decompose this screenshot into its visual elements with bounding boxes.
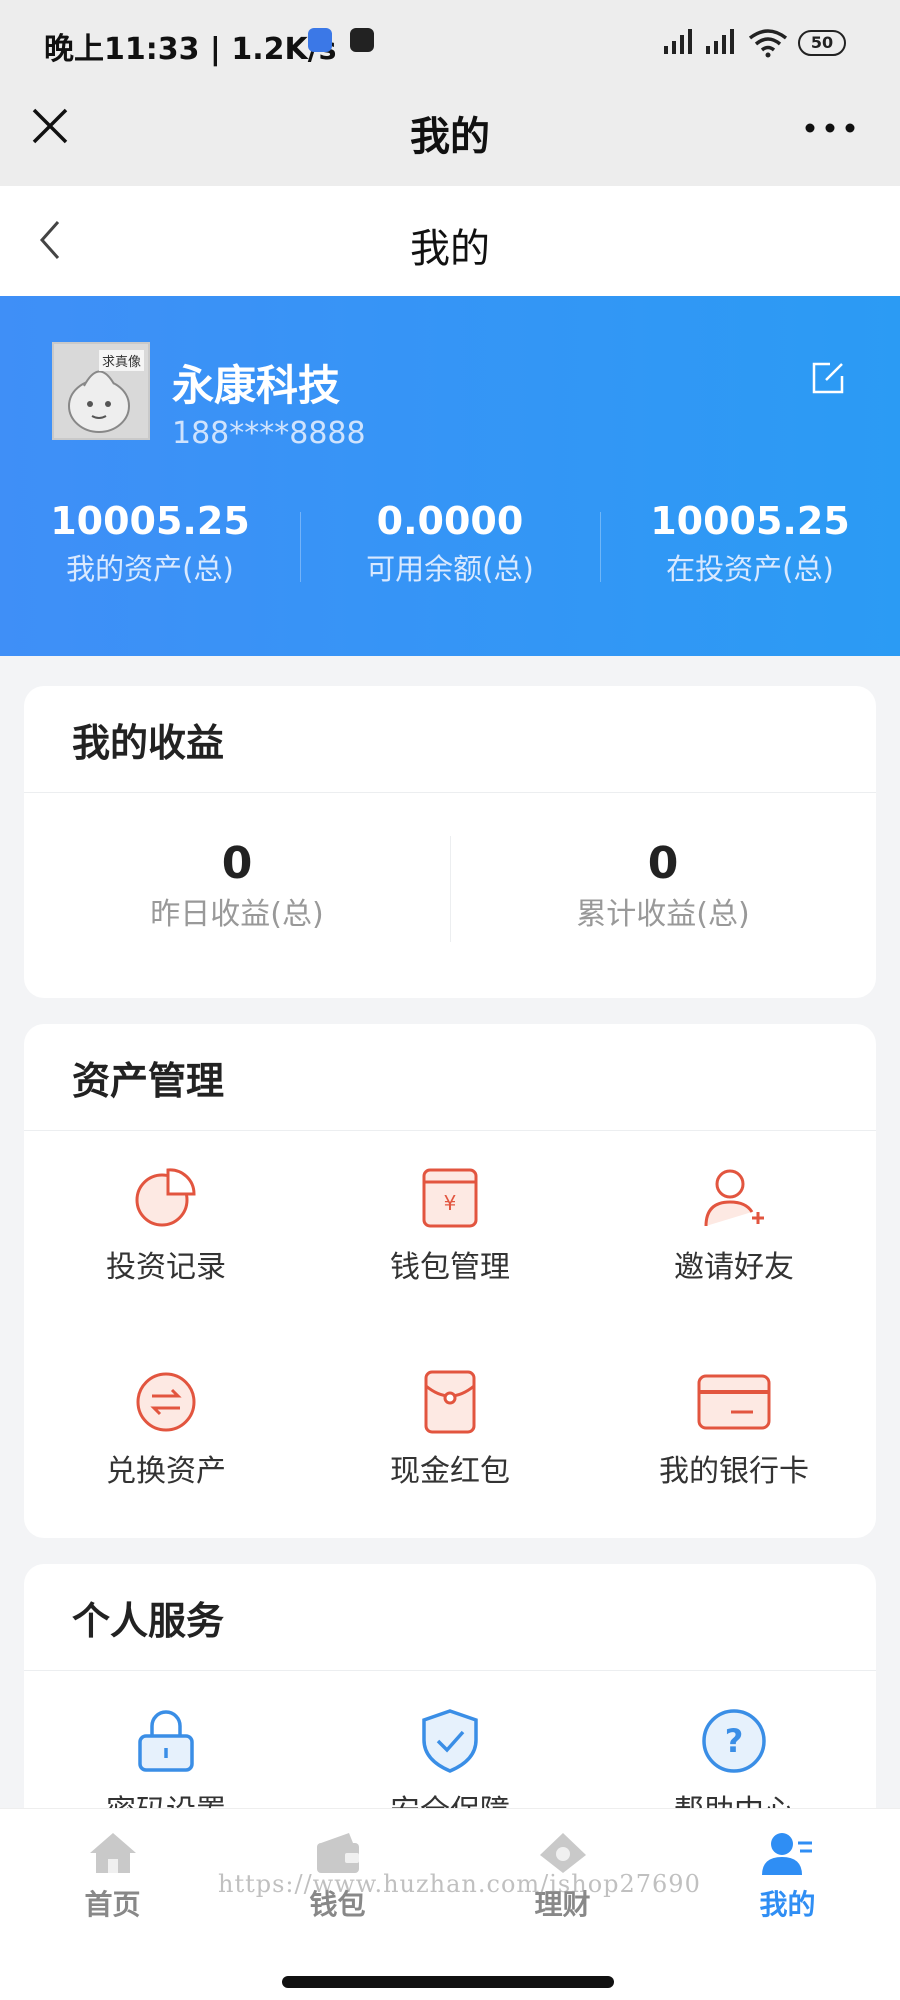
asset-item-exchange-assets[interactable]: 兑换资产 [24, 1370, 308, 1492]
asset-item-label: 兑换资产 [106, 1454, 226, 1489]
profile-header: 求真像 永康科技 188****8888 10005.25 我的资产(总) 0.… [0, 296, 900, 656]
bank-card-icon [697, 1374, 771, 1430]
status-bar: 晚上11:33 | 1.2K/s 50 [0, 0, 900, 82]
app-notification-icon [308, 28, 332, 52]
asset-item-invite-friends[interactable]: 邀请好友 [592, 1166, 876, 1288]
asset-item-label: 投资记录 [106, 1250, 226, 1285]
svg-text:¥: ¥ [444, 1191, 457, 1215]
stat-label: 可用余额(总) [366, 552, 534, 586]
earning-value: 0 [221, 838, 253, 889]
asset-item-label: 钱包管理 [390, 1250, 510, 1285]
tab-home[interactable]: 首页 [0, 1809, 225, 1923]
tab-label: 我的 [759, 1888, 816, 1921]
battery-indicator: 50 [798, 30, 846, 56]
asset-item-bank-card[interactable]: 我的银行卡 [592, 1370, 876, 1492]
earnings-title: 我的收益 [72, 721, 225, 765]
stat-label: 我的资产(总) [66, 552, 234, 586]
status-time: 晚上11:33 | 1.2K/s [44, 32, 337, 67]
red-envelope-icon [424, 1370, 476, 1434]
earning-yesterday[interactable]: 0 昨日收益(总) [24, 836, 450, 938]
tab-finance[interactable]: 理财 [450, 1809, 675, 1923]
asset-item-wallet-management[interactable]: ¥ 钱包管理 [308, 1166, 592, 1288]
edit-profile-icon[interactable] [808, 358, 848, 398]
asset-stats: 10005.25 我的资产(总) 0.0000 可用余额(总) 10005.25… [0, 496, 900, 596]
wechat-nav-bar: 我的 [0, 82, 900, 186]
stat-total-assets[interactable]: 10005.25 我的资产(总) [0, 496, 300, 592]
signal-icon [664, 29, 692, 54]
tab-label: 首页 [84, 1888, 141, 1921]
tab-mine[interactable]: 我的 [675, 1809, 900, 1923]
tiktok-notification-icon [350, 28, 374, 52]
earning-label: 昨日收益(总) [150, 897, 324, 932]
wechat-title: 我的 [410, 114, 490, 160]
earning-value: 0 [647, 838, 679, 889]
stat-invested-assets[interactable]: 10005.25 在投资产(总) [600, 496, 900, 592]
page-header: 我的 [0, 186, 900, 296]
profile-phone: 188****8888 [172, 416, 366, 451]
home-icon [89, 1833, 136, 1873]
asset-item-label: 我的银行卡 [659, 1454, 809, 1489]
wallet-yuan-icon: ¥ [422, 1168, 478, 1228]
asset-management-card: 资产管理 投资记录 ¥ 钱包管理 邀请好友 兑换资产 现金红包 我的银行卡 [24, 1024, 876, 1538]
stat-available-balance[interactable]: 0.0000 可用余额(总) [300, 496, 600, 592]
stat-label: 在投资产(总) [666, 552, 834, 586]
asset-management-title: 资产管理 [72, 1059, 225, 1103]
earnings-card: 我的收益 0 昨日收益(总) 0 累计收益(总) [24, 686, 876, 998]
watermark-text: https://www.huzhan.com/ishop27690 [218, 1870, 701, 1898]
pie-chart-icon [135, 1168, 196, 1227]
finance-icon [539, 1833, 586, 1873]
divider [24, 1670, 876, 1671]
home-indicator[interactable] [282, 1976, 614, 1988]
home-indicator-area [0, 1964, 900, 2000]
tab-wallet[interactable]: 钱包 [225, 1809, 450, 1923]
personal-services-title: 个人服务 [72, 1599, 225, 1643]
lock-icon [138, 1710, 194, 1772]
svg-text:?: ? [725, 1722, 744, 1760]
divider [24, 792, 876, 793]
exchange-icon [136, 1372, 196, 1432]
divider [24, 1130, 876, 1131]
asset-item-label: 邀请好友 [674, 1250, 794, 1285]
asset-item-cash-red-envelope[interactable]: 现金红包 [308, 1370, 592, 1492]
wallet-icon [316, 1833, 359, 1873]
signal-icon-2 [706, 29, 734, 54]
avatar[interactable]: 求真像 [52, 342, 150, 440]
stat-value: 10005.25 [650, 499, 850, 543]
help-icon: ? [702, 1709, 766, 1773]
asset-item-investment-records[interactable]: 投资记录 [24, 1166, 308, 1288]
more-options-icon[interactable] [800, 118, 860, 138]
add-user-icon [704, 1169, 764, 1227]
stat-value: 10005.25 [50, 499, 250, 543]
earning-label: 累计收益(总) [576, 897, 750, 932]
shield-check-icon [422, 1709, 478, 1773]
asset-item-label: 现金红包 [390, 1454, 510, 1489]
wifi-icon [748, 29, 788, 58]
earning-cumulative[interactable]: 0 累计收益(总) [450, 836, 876, 938]
page-title: 我的 [410, 226, 490, 272]
profile-name: 永康科技 [172, 361, 341, 410]
user-icon [761, 1833, 812, 1875]
stat-value: 0.0000 [376, 499, 524, 543]
avatar-tag: 求真像 [98, 350, 144, 371]
